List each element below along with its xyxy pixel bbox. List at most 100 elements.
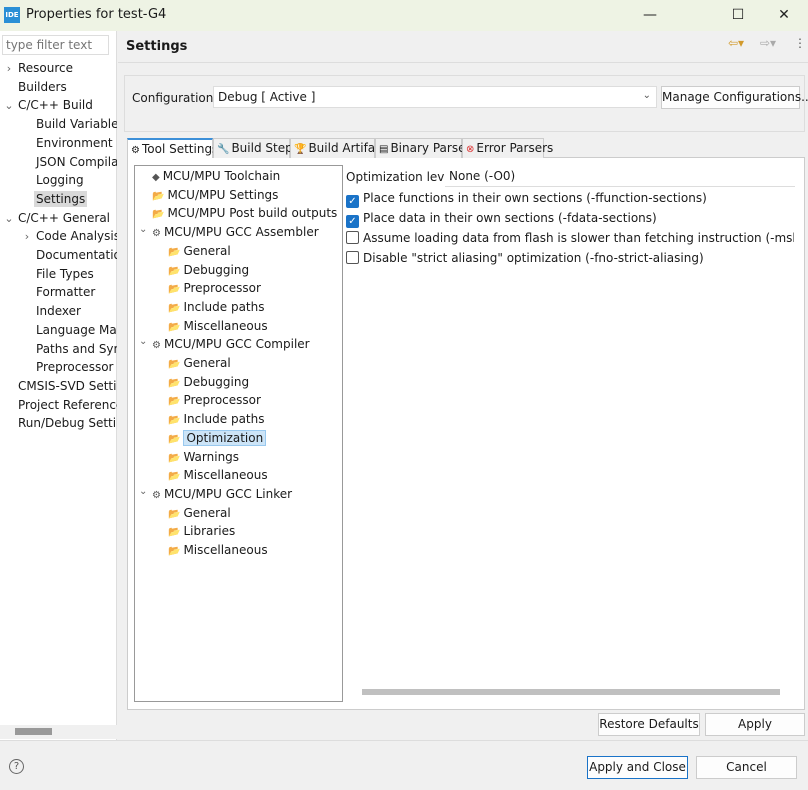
sidebar-item[interactable]: ⌄ C/C++ Build — [0, 96, 117, 115]
tree-node[interactable]: 📂 Optimization — [168, 429, 267, 448]
folder-icon: 📂 — [168, 396, 181, 408]
tab-error-parsers[interactable]: ⊗ Error Parsers — [462, 138, 553, 158]
minimize-button[interactable]: — — [630, 4, 670, 26]
checkbox-checked-icon[interactable]: ✓ — [346, 195, 359, 208]
option-label: Disable "strict aliasing" optimization (… — [363, 251, 704, 265]
tree-node-label: Include paths — [183, 299, 265, 314]
option-checkbox[interactable]: Disable "strict aliasing" optimization (… — [346, 251, 794, 269]
tree-node[interactable]: 📂 MCU/MPU Settings — [152, 186, 278, 205]
sidebar-item-label: C/C++ Build — [18, 98, 93, 113]
sidebar-item[interactable]: Preprocessor I — [0, 358, 117, 377]
back-arrow-icon[interactable]: ⇦▾ — [728, 36, 744, 50]
sidebar-item[interactable]: Run/Debug Settir — [0, 414, 117, 433]
option-checkbox[interactable]: ✓ Place data in their own sections (-fdat… — [346, 211, 794, 229]
tree-node[interactable]: ⌄ ⚙ MCU/MPU GCC Compiler — [139, 335, 310, 354]
divider — [0, 740, 808, 741]
sidebar-item[interactable]: Environment — [0, 134, 117, 153]
option-checkbox[interactable]: ✓ Place functions in their own sections (… — [346, 191, 794, 209]
tree-node-label: MCU/MPU GCC Compiler — [163, 337, 310, 352]
checkbox-unchecked-icon[interactable] — [346, 231, 359, 244]
tree-node[interactable]: 📂 General — [168, 354, 231, 373]
sidebar-item[interactable]: Documentatio — [0, 246, 117, 265]
sidebar-item[interactable]: Language Map — [0, 321, 117, 340]
restore-defaults-button[interactable]: Restore Defaults — [598, 713, 700, 736]
sidebar-item[interactable]: Paths and Sym — [0, 340, 117, 359]
tree-node[interactable]: ⌄ ⚙ MCU/MPU GCC Assembler — [139, 223, 319, 242]
tree-node[interactable]: ⌄ ⚙ MCU/MPU GCC Linker — [139, 485, 292, 504]
menu-icon[interactable]: ⋮ — [794, 36, 806, 50]
chevron-down-icon[interactable]: ⌄ — [139, 482, 147, 501]
folder-icon: 📂 — [168, 246, 181, 258]
tab-label: Error Parsers — [476, 141, 554, 155]
tool-gear-icon: ⚙ — [152, 489, 161, 501]
option-label: Place functions in their own sections (-… — [363, 191, 707, 205]
window-title: Properties for test-G4 — [26, 7, 167, 22]
manage-configurations-button[interactable]: Manage Configurations... — [661, 86, 808, 109]
configuration-select[interactable]: Debug [ Active ] ⌄ — [213, 86, 657, 108]
tab-build-steps[interactable]: 🔧 Build Steps — [213, 138, 299, 158]
tree-node[interactable]: 📂 MCU/MPU Post build outputs — [152, 204, 337, 223]
sidebar-item[interactable]: › Code Analysis — [0, 227, 117, 246]
tab-binary-parsers[interactable]: ▤ Binary Parsers — [375, 138, 477, 158]
folder-icon: 📂 — [152, 190, 165, 202]
sidebar-item[interactable]: Builders — [0, 78, 117, 97]
sidebar-item[interactable]: File Types — [0, 265, 117, 284]
tree-node[interactable]: 📂 Include paths — [168, 410, 264, 429]
tab-tool-settings[interactable]: ⚙ Tool Settings — [127, 138, 218, 158]
sidebar-item[interactable]: › Resource — [0, 59, 117, 78]
option-checkbox[interactable]: Assume loading data from flash is slower… — [346, 231, 794, 249]
sidebar-scroll-thumb[interactable] — [15, 728, 52, 735]
filter-input[interactable] — [2, 35, 109, 55]
tab-build-artifact[interactable]: 🏆 Build Artifact — [290, 138, 386, 158]
tree-node[interactable]: 📂 Debugging — [168, 373, 249, 392]
sidebar-item[interactable]: JSON Compila — [0, 153, 117, 172]
tree-node[interactable]: 📂 General — [168, 504, 231, 523]
chevron-down-icon[interactable]: ⌄ — [2, 96, 16, 115]
sidebar-item[interactable]: ⌄ C/C++ General — [0, 209, 117, 228]
sidebar-item[interactable]: CMSIS-SVD Settin — [0, 377, 117, 396]
sidebar-item[interactable]: Project Reference — [0, 396, 117, 415]
tree-node-label: MCU/MPU Settings — [167, 187, 279, 202]
help-icon[interactable]: ? — [9, 759, 24, 774]
checkbox-unchecked-icon[interactable] — [346, 251, 359, 264]
maximize-button[interactable]: ☐ — [718, 4, 758, 26]
chevron-right-icon[interactable]: › — [20, 227, 34, 246]
error-icon: ⊗ — [466, 144, 475, 155]
tab-label: Build Steps — [231, 141, 299, 155]
tree-node[interactable]: 📂 Preprocessor — [168, 391, 261, 410]
sidebar-item[interactable]: Settings — [0, 190, 117, 209]
chevron-down-icon[interactable]: ⌄ — [2, 209, 16, 228]
checkbox-checked-icon[interactable]: ✓ — [346, 215, 359, 228]
sidebar-item[interactable]: Logging — [0, 171, 117, 190]
close-button[interactable]: ✕ — [764, 4, 804, 26]
folder-icon: 📂 — [168, 359, 181, 370]
tree-node-label: Miscellaneous — [183, 468, 268, 483]
sidebar-item[interactable]: Indexer — [0, 302, 117, 321]
tree-node-label: Libraries — [183, 524, 236, 539]
tree-node[interactable]: 📂 Include paths — [168, 298, 264, 317]
toolchain-icon: ◆ — [152, 172, 160, 183]
tree-node[interactable]: 📂 Debugging — [168, 261, 249, 280]
option-label: Assume loading data from flash is slower… — [363, 231, 794, 245]
tree-node[interactable]: 📂 Warnings — [168, 448, 239, 467]
horizontal-scrollbar[interactable] — [362, 689, 780, 695]
tree-node[interactable]: ◆ MCU/MPU Toolchain — [152, 167, 280, 186]
chevron-right-icon[interactable]: › — [2, 59, 16, 78]
optimization-level-select[interactable]: None (-O0) — [445, 166, 795, 187]
cancel-button[interactable]: Cancel — [696, 756, 797, 779]
tree-node[interactable]: 📂 General — [168, 242, 231, 261]
folder-icon: 📂 — [168, 321, 181, 333]
sidebar-item-label: Indexer — [36, 304, 81, 319]
tree-node[interactable]: 📂 Libraries — [168, 522, 235, 541]
tree-node[interactable]: 📂 Miscellaneous — [168, 541, 268, 560]
apply-and-close-button[interactable]: Apply and Close — [587, 756, 688, 779]
sidebar-item[interactable]: Build Variables — [0, 115, 117, 134]
tree-node[interactable]: 📂 Miscellaneous — [168, 466, 268, 485]
chevron-down-icon[interactable]: ⌄ — [139, 332, 147, 351]
apply-button[interactable]: Apply — [705, 713, 805, 736]
tree-node[interactable]: 📂 Miscellaneous — [168, 317, 268, 336]
tree-node[interactable]: 📂 Preprocessor — [168, 279, 261, 298]
chevron-down-icon[interactable]: ⌄ — [139, 220, 147, 239]
forward-arrow-icon[interactable]: ⇨▾ — [760, 36, 776, 50]
sidebar-item[interactable]: Formatter — [0, 283, 117, 302]
